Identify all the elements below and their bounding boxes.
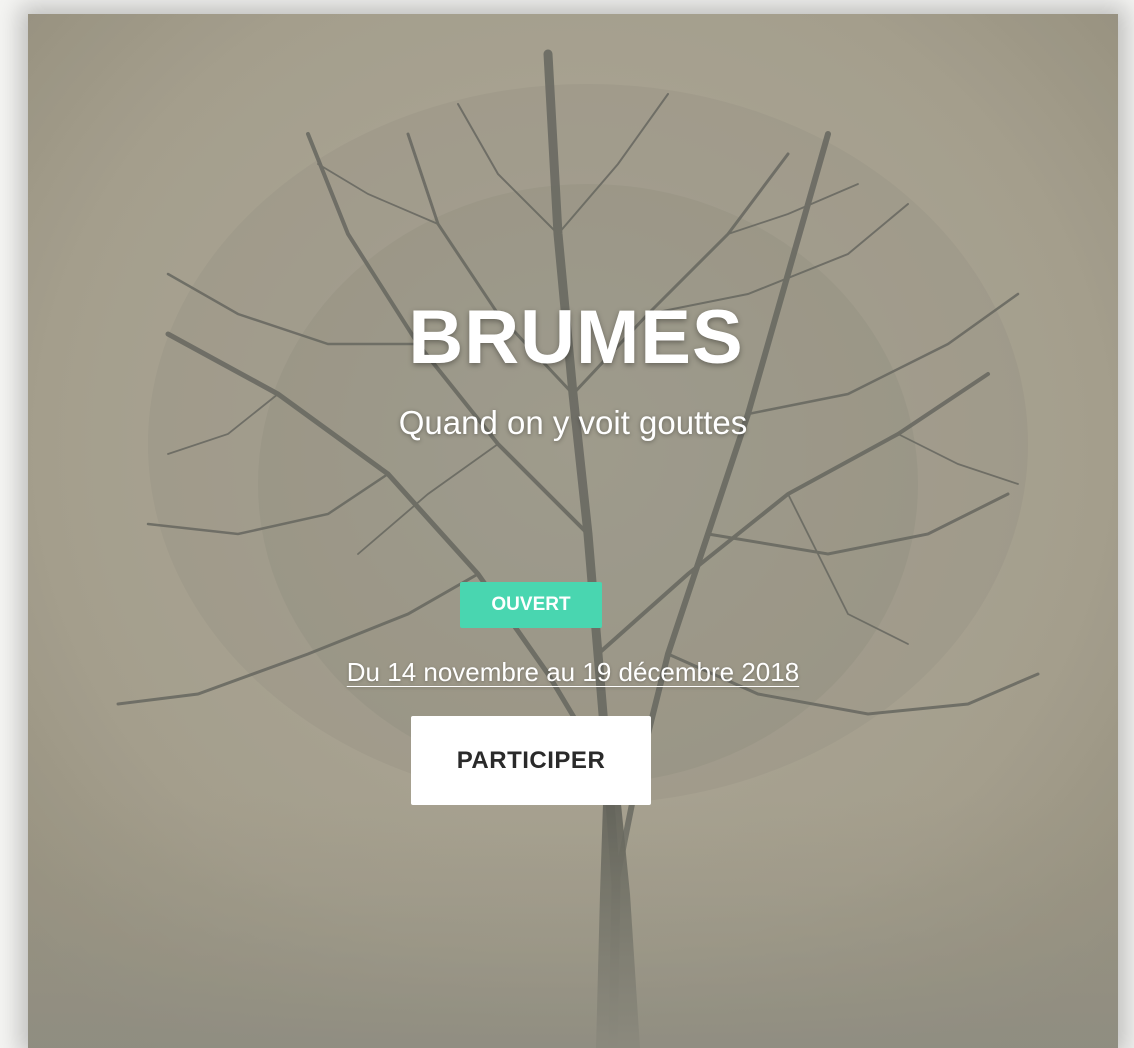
status-badge: OUVERT (460, 582, 602, 628)
page-title: BRUMES (408, 295, 744, 380)
contest-hero-card: BRUMES Quand on y voit gouttes OUVERT Du… (28, 14, 1118, 1048)
participate-button[interactable]: PARTICIPER (411, 716, 651, 805)
foggy-tree-background-image (28, 14, 1118, 1048)
page-subtitle: Quand on y voit gouttes (398, 404, 748, 441)
date-range-link[interactable]: Du 14 novembre au 19 décembre 2018 (28, 657, 1118, 688)
